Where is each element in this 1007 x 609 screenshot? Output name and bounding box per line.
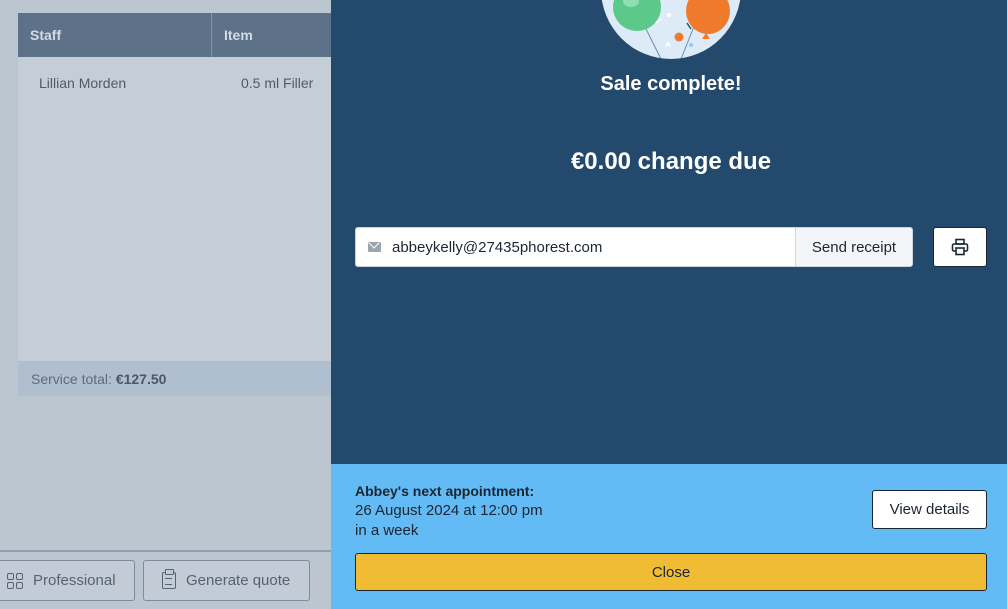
print-receipt-button[interactable] — [933, 227, 987, 267]
professional-button-label: Professional — [33, 572, 116, 589]
next-appointment-relative: in a week — [355, 522, 419, 539]
close-button[interactable]: Close — [355, 553, 987, 591]
column-header-item: Item — [224, 27, 253, 43]
envelope-icon — [368, 242, 381, 252]
change-due-amount: €0.00 change due — [570, 148, 772, 175]
send-receipt-button[interactable]: Send receipt — [795, 227, 913, 267]
column-header-staff: Staff — [18, 13, 212, 57]
background-page: Staff Item Lillian Morden 0.5 ml Filler … — [0, 0, 331, 609]
email-input[interactable] — [392, 238, 782, 256]
service-total-label: Service total: — [31, 371, 112, 387]
next-appointment-title: Abbey's next appointment: — [355, 483, 535, 499]
staff-items-table: Staff Item Lillian Morden 0.5 ml Filler … — [18, 13, 331, 396]
clipboard-icon — [162, 569, 176, 589]
sale-complete-title: Sale complete! — [600, 73, 742, 95]
balloons-illustration — [601, 0, 741, 59]
service-total-value: €127.50 — [115, 371, 167, 387]
generate-quote-button[interactable]: Generate quote — [143, 560, 310, 601]
row-staff-name: Lillian Morden — [39, 75, 127, 91]
professional-button[interactable]: Professional — [0, 560, 135, 601]
service-total: Service total: €127.50 — [18, 361, 331, 396]
row-item-name: 0.5 ml Filler — [241, 75, 314, 91]
next-appointment-date: 26 August 2024 at 12:00 pm — [355, 502, 543, 519]
receipt-email-field[interactable] — [355, 227, 796, 267]
balloons-icon — [613, 0, 730, 59]
printer-icon — [951, 238, 969, 256]
view-details-button[interactable]: View details — [872, 490, 987, 529]
sale-complete-panel: Sale complete! €0.00 change due Send rec… — [331, 0, 1007, 609]
bottom-action-bar: Professional Generate quote — [0, 550, 331, 609]
next-appointment-banner: Abbey's next appointment: 26 August 2024… — [331, 464, 1007, 609]
table-header: Staff Item — [18, 13, 331, 57]
generate-quote-label: Generate quote — [186, 572, 291, 589]
grid-icon — [7, 572, 23, 589]
